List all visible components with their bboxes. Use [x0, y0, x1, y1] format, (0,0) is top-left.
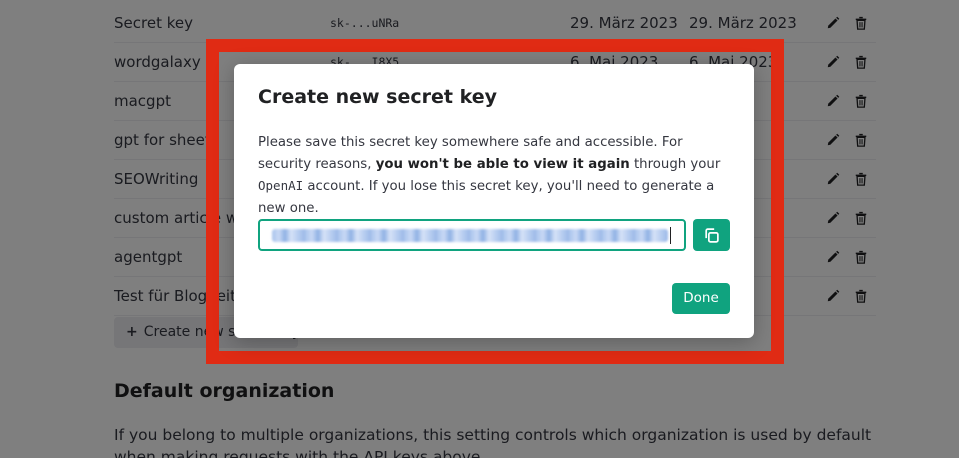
dialog-title: Create new secret key — [258, 86, 497, 108]
create-secret-key-dialog: Create new secret key Please save this s… — [234, 64, 754, 338]
done-button[interactable]: Done — [672, 283, 730, 314]
secret-key-field[interactable] — [258, 219, 686, 251]
copy-key-button[interactable] — [693, 219, 730, 251]
desc-text-3: account. If you lose this secret key, yo… — [258, 179, 715, 216]
text-caret — [670, 227, 671, 244]
dialog-description: Please save this secret key somewhere sa… — [258, 132, 733, 219]
copy-icon — [705, 228, 719, 243]
desc-brand-text: OpenAI — [258, 178, 304, 193]
desc-bold-text: you won't be able to view it again — [375, 156, 630, 172]
desc-text-2: through your — [629, 156, 721, 172]
blurred-secret-key-value — [272, 229, 668, 242]
